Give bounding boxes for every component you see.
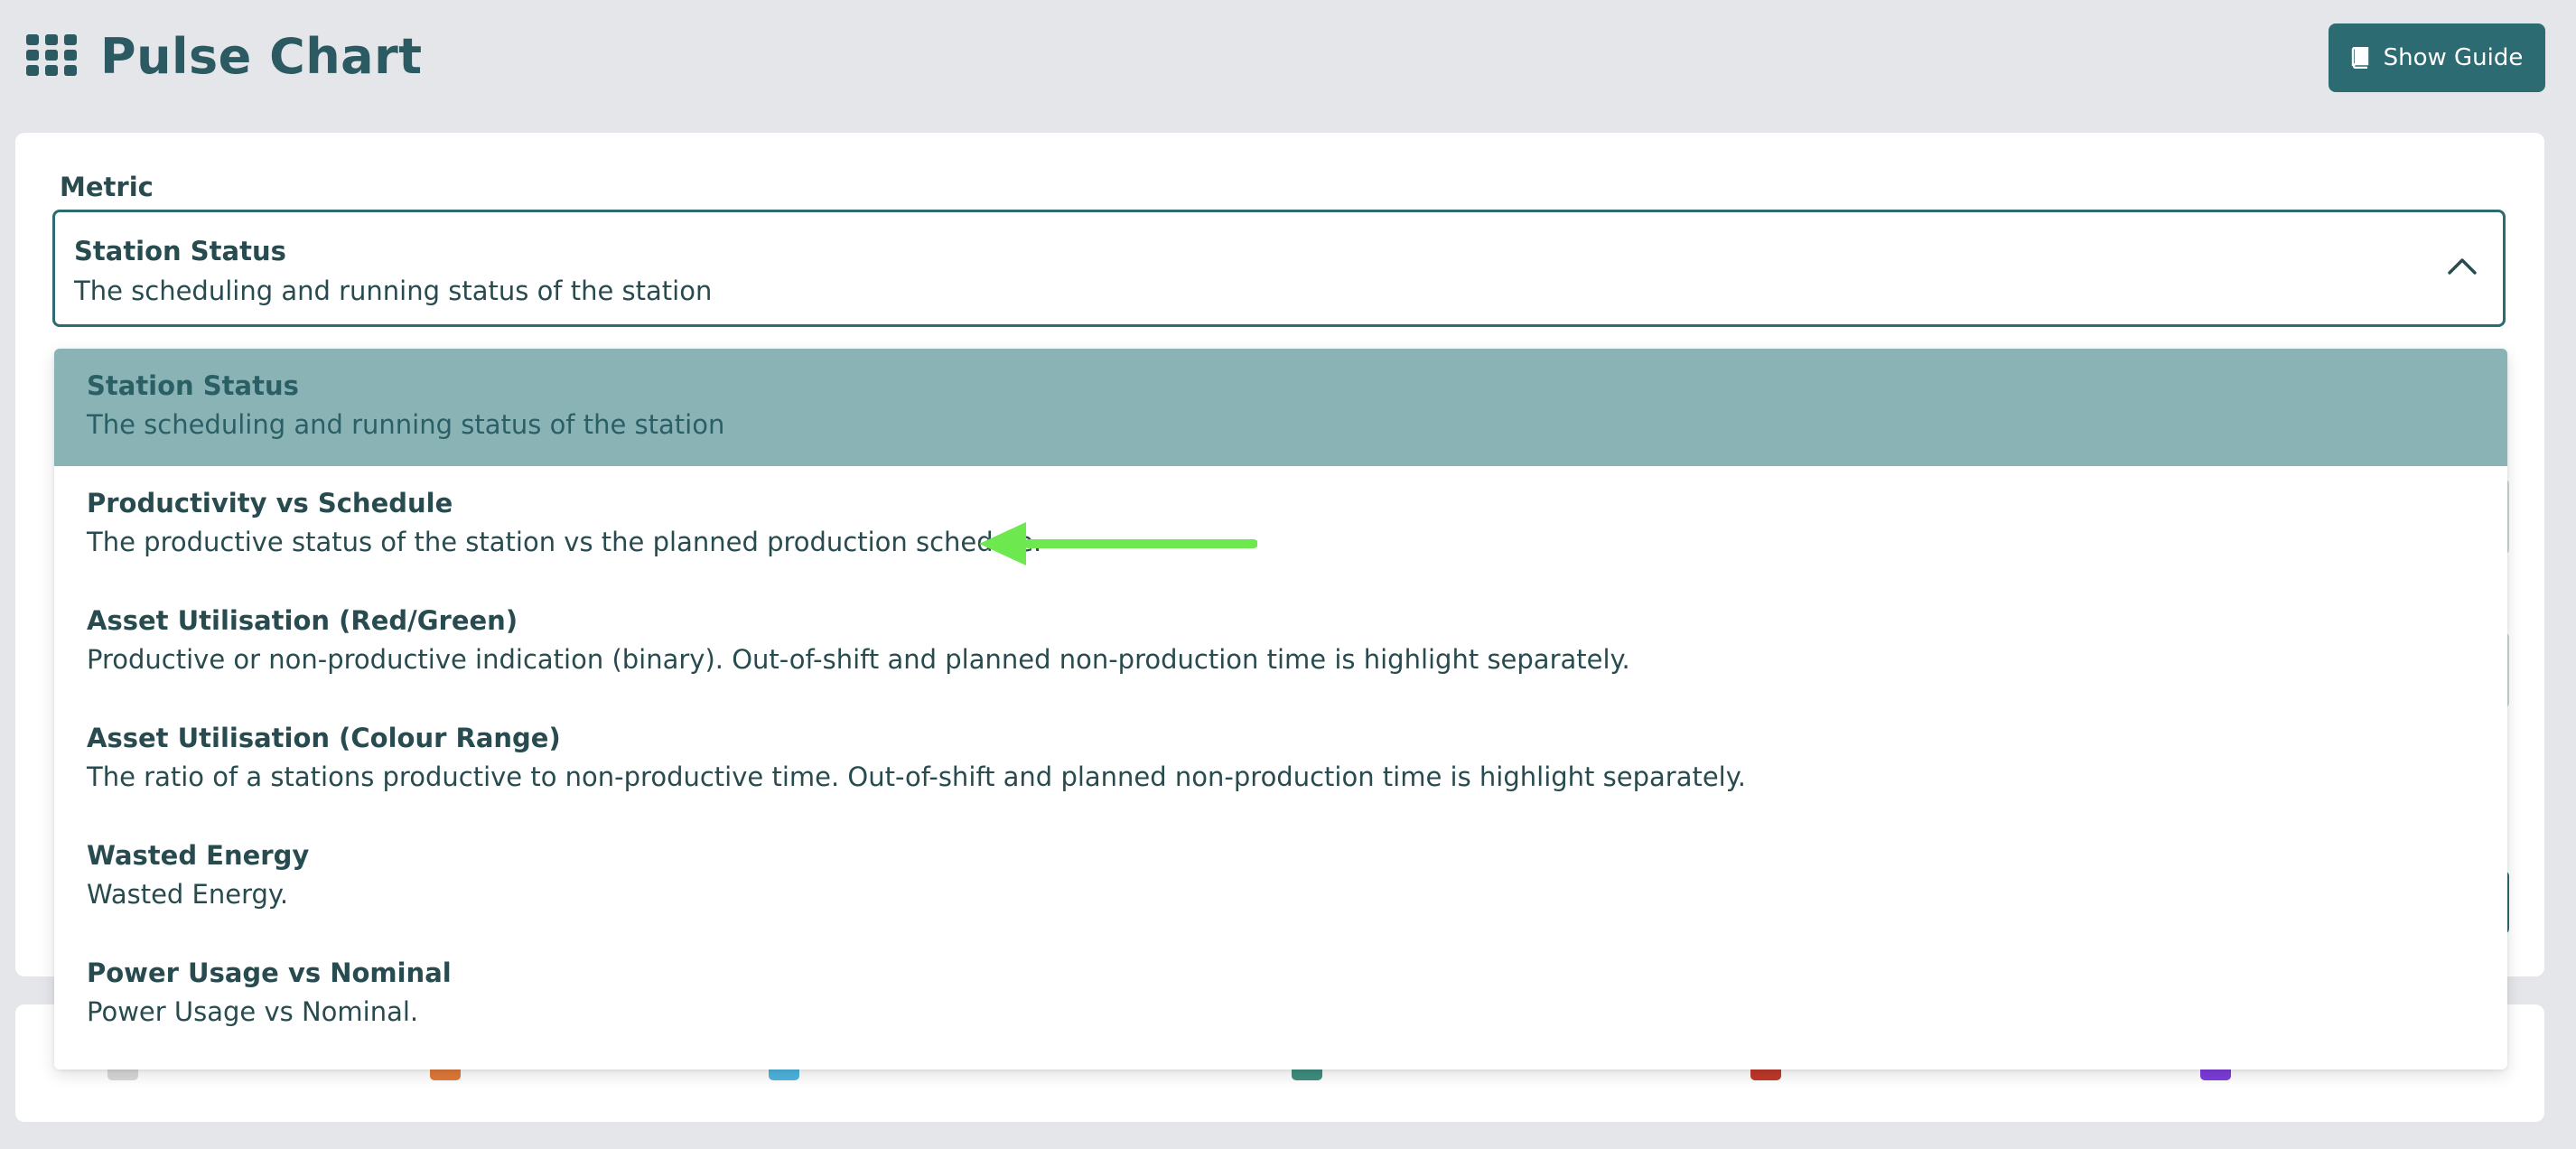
metric-select[interactable]: Station Status The scheduling and runnin… [52,210,2506,327]
option-title: Asset Utilisation (Colour Range) [87,723,561,753]
dropdown-option-productivity-vs-schedule[interactable]: Productivity vs Schedule The productive … [54,466,2507,584]
app-header: Pulse Chart Show Guide [0,0,2576,116]
option-description: The scheduling and running status of the… [87,409,725,440]
show-guide-label: Show Guide [2383,44,2524,71]
dropdown-option-station-status[interactable]: Station Status The scheduling and runnin… [54,349,2507,466]
option-description: Power Usage vs Nominal. [87,996,419,1027]
dropdown-option-wasted-energy[interactable]: Wasted Energy Wasted Energy. [54,818,2507,936]
option-title: Wasted Energy [87,840,310,871]
option-description: Productive or non-productive indication … [87,644,1630,675]
dropdown-option-power-usage-vs-nominal[interactable]: Power Usage vs Nominal Power Usage vs No… [54,936,2507,1053]
option-title: Power Usage vs Nominal [87,958,452,988]
option-title: Asset Utilisation (Red/Green) [87,605,518,636]
book-icon [2351,47,2368,69]
grid-icon[interactable] [26,34,77,76]
metric-dropdown-menu: Station Status The scheduling and runnin… [54,349,2507,1070]
annotation-arrow-icon [979,522,1257,565]
selected-metric-description: The scheduling and running status of the… [74,276,713,306]
show-guide-button[interactable]: Show Guide [2329,23,2545,92]
dropdown-option-asset-utilisation-red-green[interactable]: Asset Utilisation (Red/Green) Productive… [54,584,2507,701]
selected-metric-title: Station Status [74,236,286,266]
page-title: Pulse Chart [100,28,423,85]
option-title: Station Status [87,370,299,401]
dropdown-option-asset-utilisation-colour-range[interactable]: Asset Utilisation (Colour Range) The rat… [54,701,2507,818]
metric-label: Metric [60,172,154,202]
option-description: Wasted Energy. [87,879,289,910]
chevron-up-icon[interactable] [2447,256,2478,276]
option-title: Productivity vs Schedule [87,488,453,518]
option-description: The ratio of a stations productive to no… [87,761,1746,792]
option-description: The productive status of the station vs … [87,527,1042,557]
